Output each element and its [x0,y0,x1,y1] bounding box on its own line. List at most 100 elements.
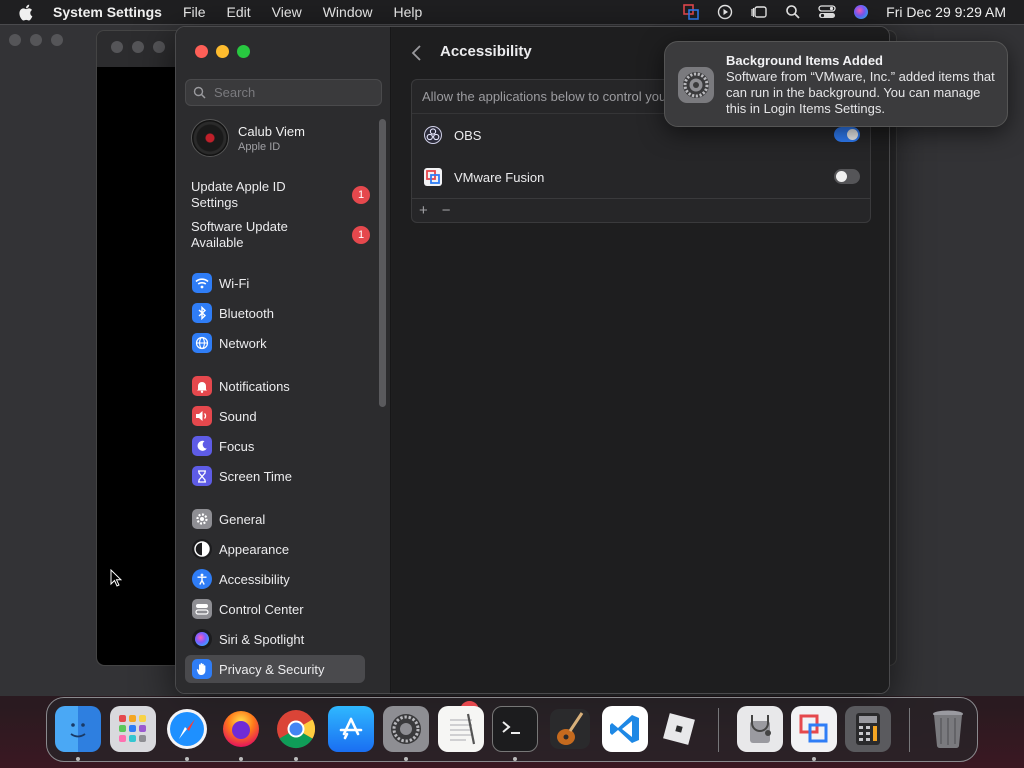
app-name: VMware Fusion [454,169,545,185]
sidebar-item-label: Focus [219,438,255,454]
calculator-icon[interactable] [845,706,891,752]
sidebar-item-notifications[interactable]: Notifications [185,372,365,400]
disk-utility-icon[interactable] [737,706,783,752]
sidebar-item-label: Screen Time [219,468,292,484]
accessibility-icon [192,569,212,589]
hand-icon [192,659,212,679]
menu-clock[interactable]: Fri Dec 29 9:29 AM [886,4,1006,20]
menu-help[interactable]: Help [394,4,423,20]
appearance-icon [192,539,212,559]
control-center-icon[interactable] [810,0,844,24]
system-settings-icon[interactable] [383,706,429,752]
app-name-menu[interactable]: System Settings [53,4,162,20]
sidebar-item-privacy-security[interactable]: Privacy & Security [185,655,365,683]
vm-window-controls [111,41,165,53]
alert-count-badge: 1 [352,226,370,244]
chrome-icon[interactable] [273,706,319,752]
hourglass-icon [192,466,212,486]
sidebar-item-siri-spotlight[interactable]: Siri & Spotlight [185,625,365,653]
sidebar-item-label: Network [219,335,267,351]
sidebar-item-network[interactable]: Network [185,329,365,357]
finder-icon[interactable] [55,706,101,752]
sidebar-item-label: Wi-Fi [219,275,250,291]
menu-edit[interactable]: Edit [227,4,251,20]
window-controls [195,45,250,58]
profile-name: Calub Viem [238,123,305,139]
control-center-icon [192,599,212,619]
sidebar-item-appearance[interactable]: Appearance [185,535,365,563]
firefox-icon[interactable] [218,706,264,752]
alert-label: Update Apple ID Settings [191,179,286,210]
list-footer: + − [412,198,870,222]
background-window-controls [9,34,63,46]
sidebar-item-bluetooth[interactable]: Bluetooth [185,299,365,327]
sidebar-item-label: Sound [219,408,257,424]
menu-file[interactable]: File [183,4,206,20]
search-input[interactable] [214,85,374,100]
siri-icon[interactable] [844,0,878,24]
main-content: Accessibility Allow the applications bel… [392,27,889,693]
menu-bar: System Settings File Edit View Window He… [0,0,1024,24]
sidebar-scrollbar[interactable] [379,119,386,407]
profile-subtitle: Apple ID [238,140,281,153]
vmware-status-icon[interactable] [674,0,708,24]
roblox-icon[interactable] [656,706,702,752]
sidebar-item-sound[interactable]: Sound [185,402,365,430]
apple-menu-icon[interactable] [18,4,36,21]
notification-body: Software from “VMware, Inc.” added items… [726,69,995,116]
notification-banner[interactable]: Background Items Added Software from “VM… [664,41,1008,127]
app-store-icon[interactable] [328,706,374,752]
remove-app-button[interactable]: − [442,202,451,219]
sidebar-item-label: General [219,511,266,527]
launchpad-icon[interactable] [110,706,156,752]
sidebar-item-screen-time[interactable]: Screen Time [185,462,365,490]
obs-toggle[interactable] [834,127,860,142]
garageband-icon[interactable] [547,706,593,752]
sidebar-item-wifi[interactable]: Wi-Fi [185,269,365,297]
sidebar-alert-software-update[interactable]: Software Update Available 1 [191,219,376,251]
add-app-button[interactable]: + [419,202,428,219]
back-button[interactable] [410,43,424,63]
textedit-icon[interactable] [438,706,484,752]
moon-icon [192,436,212,456]
sidebar-item-label: Bluetooth [219,305,274,321]
zoom-button[interactable] [237,45,250,58]
dock: 2 [46,697,978,762]
trash-icon[interactable] [925,706,971,752]
sidebar-item-general[interactable]: General [185,505,365,533]
play-status-icon[interactable] [708,0,742,24]
sidebar-item-label: Accessibility [219,571,290,587]
globe-icon [192,333,212,353]
bell-icon [192,376,212,396]
sidebar-item-focus[interactable]: Focus [185,432,365,460]
obs-icon [423,125,443,145]
sidebar-item-accessibility[interactable]: Accessibility [185,565,365,593]
search-field[interactable] [185,79,382,106]
terminal-icon[interactable] [492,706,538,752]
gear-icon [192,509,212,529]
spotlight-search-icon[interactable] [776,0,810,24]
siri-icon [192,629,212,649]
safari-icon[interactable] [164,706,210,752]
minimize-button[interactable] [216,45,229,58]
vmware-fusion-icon [423,167,443,187]
sidebar-alert-update-apple-id[interactable]: Update Apple ID Settings 1 [191,179,376,211]
alert-count-badge: 1 [352,186,370,204]
vmware-fusion-toggle[interactable] [834,169,860,184]
page-title: Accessibility [440,43,532,60]
wifi-icon [192,273,212,293]
app-row-vmware-fusion: VMware Fusion [412,156,870,198]
bluetooth-icon [192,303,212,323]
close-button[interactable] [195,45,208,58]
speaker-icon [192,406,212,426]
notification-title: Background Items Added [726,53,883,68]
sidebar-item-label: Control Center [219,601,304,617]
vscode-icon[interactable] [602,706,648,752]
menu-window[interactable]: Window [323,4,373,20]
menu-view[interactable]: View [272,4,302,20]
sidebar-item-label: Notifications [219,378,290,394]
sidebar-item-control-center[interactable]: Control Center [185,595,365,623]
stage-manager-icon[interactable] [742,0,776,24]
vmware-fusion-icon[interactable] [791,706,837,752]
apple-id-profile[interactable]: Calub Viem Apple ID [191,119,305,157]
